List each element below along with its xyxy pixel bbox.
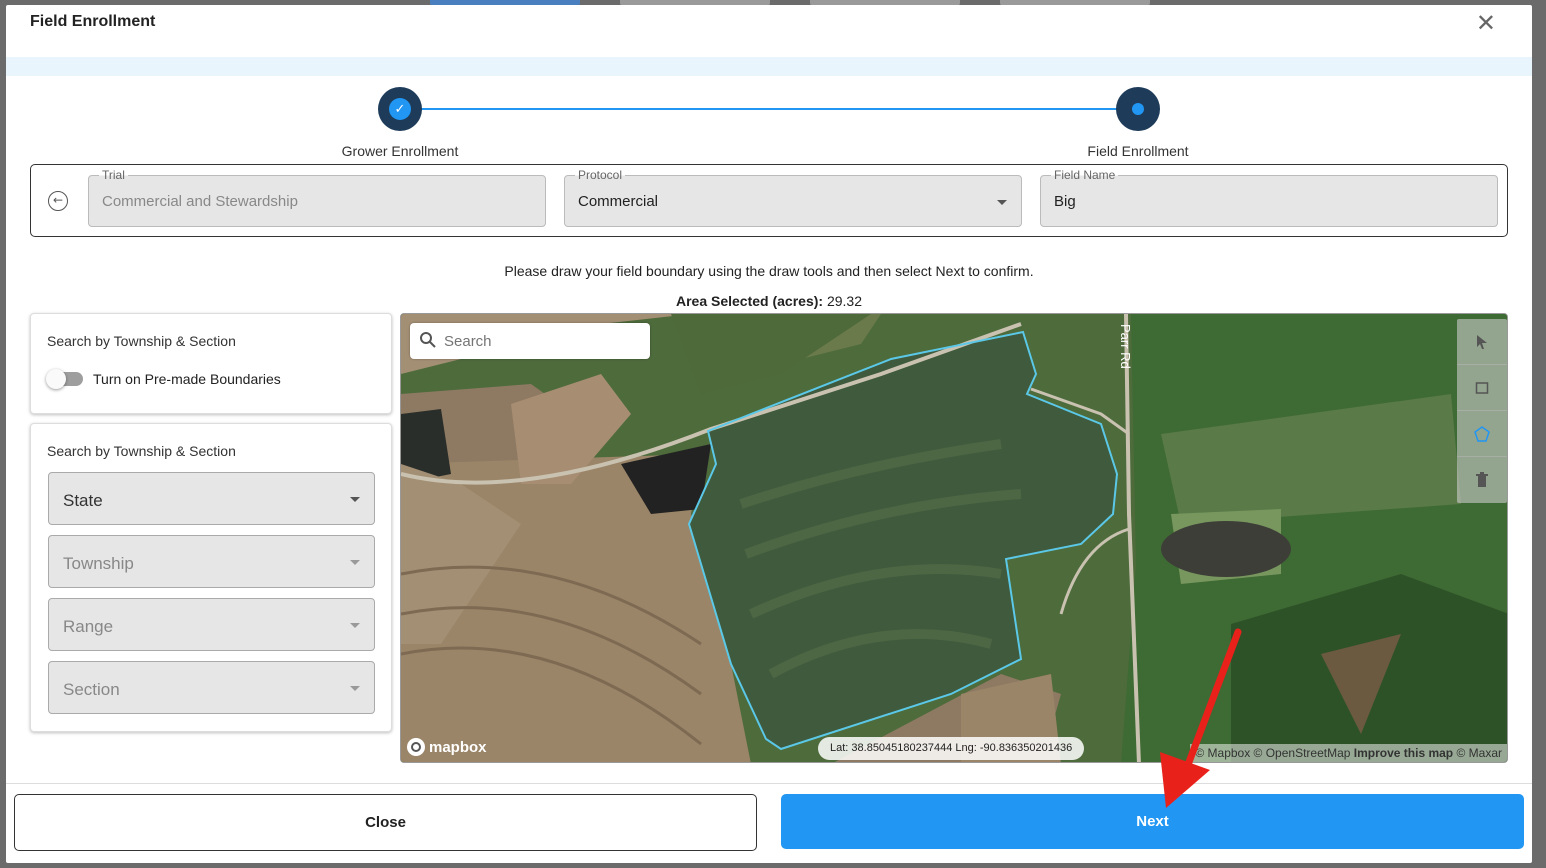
state-select-value: State xyxy=(63,491,103,510)
stepper: ✓ Grower Enrollment Field Enrollment xyxy=(6,87,1532,159)
satellite-map[interactable]: Parr Rd Search mapbox Lat: 38.8504518023… xyxy=(400,313,1508,763)
footer-divider xyxy=(6,783,1532,784)
delete-tool[interactable] xyxy=(1457,457,1507,503)
field-info-row: ← Trial Commercial and Stewardship Proto… xyxy=(30,164,1508,237)
panel-title: Search by Township & Section xyxy=(47,443,236,459)
toggle-label: Turn on Pre-made Boundaries xyxy=(93,371,281,387)
mapbox-logo-text: mapbox xyxy=(429,738,487,756)
satellite-imagery: Parr Rd xyxy=(401,314,1507,762)
next-button[interactable]: Next xyxy=(781,794,1524,849)
field-name-value: Big xyxy=(1054,193,1076,210)
step-label-field-enrollment: Field Enrollment xyxy=(1087,143,1189,159)
modal-header: Field Enrollment ✕ xyxy=(6,5,1532,57)
pointer-tool[interactable] xyxy=(1457,319,1507,365)
panel-title: Search by Township & Section xyxy=(47,333,236,349)
range-select-value: Range xyxy=(63,617,114,636)
trash-icon xyxy=(1476,472,1488,487)
township-select[interactable]: Township xyxy=(48,535,375,588)
state-select[interactable]: State xyxy=(48,472,375,525)
chevron-down-icon xyxy=(350,686,360,691)
protocol-value: Commercial xyxy=(578,193,659,210)
search-icon xyxy=(420,332,436,348)
polygon-icon xyxy=(1474,425,1490,442)
check-icon: ✓ xyxy=(389,98,411,120)
map-search-input[interactable] xyxy=(444,323,644,359)
mapbox-logo: mapbox xyxy=(407,738,487,756)
trial-label: Trial xyxy=(99,168,128,182)
chevron-down-icon xyxy=(350,497,360,502)
attribution-mapbox-osm[interactable]: © Mapbox © OpenStreetMap xyxy=(1195,746,1350,760)
premade-boundaries-toggle[interactable] xyxy=(46,369,83,389)
township-select-value: Township xyxy=(63,554,134,573)
draw-tools xyxy=(1457,319,1507,503)
rectangle-tool[interactable] xyxy=(1457,365,1507,411)
attribution-maxar[interactable]: © Maxar xyxy=(1456,746,1502,760)
area-value: 29.32 xyxy=(826,293,862,309)
close-icon[interactable]: ✕ xyxy=(1476,9,1496,37)
trial-field: Trial Commercial and Stewardship xyxy=(88,168,546,227)
map-search-box[interactable] xyxy=(410,323,650,359)
road-label: Parr Rd xyxy=(1118,324,1133,369)
step-grower-enrollment[interactable]: ✓ xyxy=(378,87,422,131)
active-step-dot-icon xyxy=(1132,103,1144,115)
chevron-down-icon xyxy=(997,200,1007,205)
chevron-down-icon xyxy=(350,560,360,565)
township-search-panel: Search by Township & Section State Towns… xyxy=(30,423,392,732)
back-arrow-icon[interactable]: ← xyxy=(48,191,68,211)
step-field-enrollment[interactable] xyxy=(1116,87,1160,131)
polygon-tool[interactable] xyxy=(1457,411,1507,457)
square-icon xyxy=(1475,381,1489,394)
toggle-knob xyxy=(46,369,66,389)
mapbox-icon xyxy=(407,738,425,756)
modal-title: Field Enrollment xyxy=(30,13,156,30)
range-select[interactable]: Range xyxy=(48,598,375,651)
improve-map-link[interactable]: Improve this map xyxy=(1354,746,1453,760)
cursor-coordinates: Lat: 38.85045180237444 Lng: -90.83635020… xyxy=(818,737,1085,760)
field-enrollment-modal: Field Enrollment ✕ ✓ Grower Enrollment F… xyxy=(6,5,1532,863)
pointer-icon xyxy=(1477,334,1487,349)
chevron-down-icon xyxy=(350,623,360,628)
instruction-text: Please draw your field boundary using th… xyxy=(504,263,1034,279)
protocol-select[interactable]: Protocol Commercial xyxy=(564,168,1022,227)
close-button[interactable]: Close xyxy=(14,794,757,851)
section-select-value: Section xyxy=(63,680,120,699)
header-band xyxy=(6,57,1532,76)
section-select[interactable]: Section xyxy=(48,661,375,714)
premade-boundaries-panel: Search by Township & Section Turn on Pre… xyxy=(30,313,392,414)
stepper-connector xyxy=(400,108,1138,110)
protocol-label: Protocol xyxy=(575,168,626,182)
area-selected: Area Selected (acres): 29.32 xyxy=(6,293,1532,309)
area-label: Area Selected (acres): xyxy=(675,293,824,309)
trial-value: Commercial and Stewardship xyxy=(102,193,298,210)
map-attribution: © Mapbox © OpenStreetMap Improve this ma… xyxy=(1190,744,1507,762)
step-label-grower-enrollment: Grower Enrollment xyxy=(341,143,459,159)
field-name-label: Field Name xyxy=(1051,168,1119,182)
field-name-input[interactable]: Field Name Big xyxy=(1040,168,1498,227)
